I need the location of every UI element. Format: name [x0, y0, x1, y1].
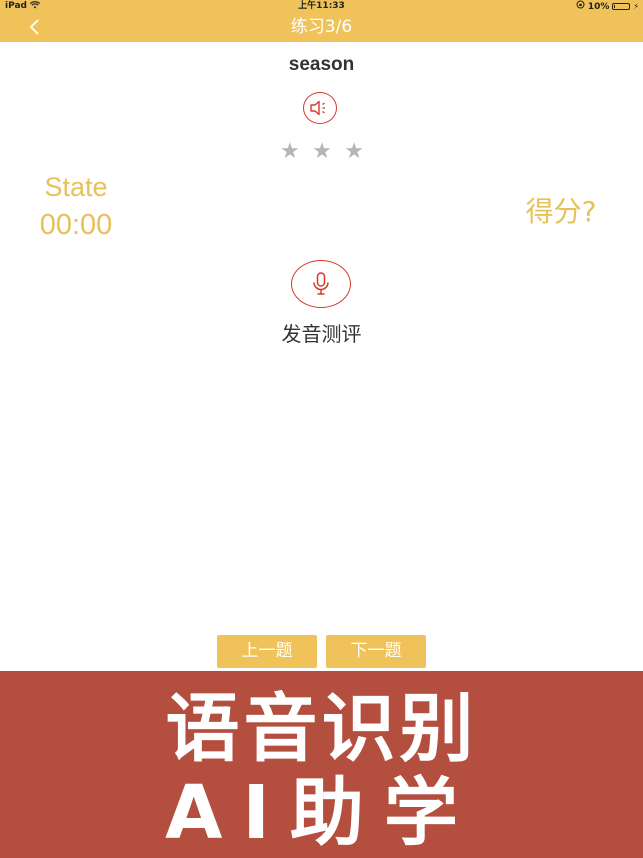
pronunciation-eval-label: 发音测评 [281, 322, 362, 346]
battery-fill [614, 5, 616, 8]
status-bar: iPad 上午11:33 10% ⚡ [0, 0, 643, 12]
practice-word: season [288, 54, 355, 75]
microphone-icon [313, 272, 329, 295]
previous-question-button[interactable]: 上一题 [217, 635, 317, 668]
state-label: State [44, 172, 108, 202]
banner-subline: AI助学 [165, 770, 478, 856]
page-title: 练习3/6 [290, 17, 353, 37]
speaker-icon [310, 100, 325, 116]
star-icon: ★ [280, 139, 300, 164]
record-button[interactable] [291, 260, 351, 308]
nav-bar: 练习3/6 [0, 12, 643, 42]
battery-icon [612, 3, 631, 10]
next-question-button[interactable]: 下一题 [326, 635, 426, 668]
play-audio-button[interactable] [303, 92, 337, 124]
star-icon: ★ [312, 139, 332, 164]
score-label: 得分? [525, 195, 597, 228]
promo-banner: 语音识别 AI助学 [0, 671, 643, 858]
status-time: 上午11:33 [298, 1, 345, 11]
star-icon: ★ [344, 139, 364, 164]
state-timer: 00:00 [39, 209, 113, 241]
banner-headline: 语音识别 [165, 686, 478, 772]
charging-bolt-icon: ⚡ [633, 1, 639, 11]
battery-percent: 10% [587, 1, 610, 12]
star-rating: ★ ★ ★ [280, 140, 364, 164]
